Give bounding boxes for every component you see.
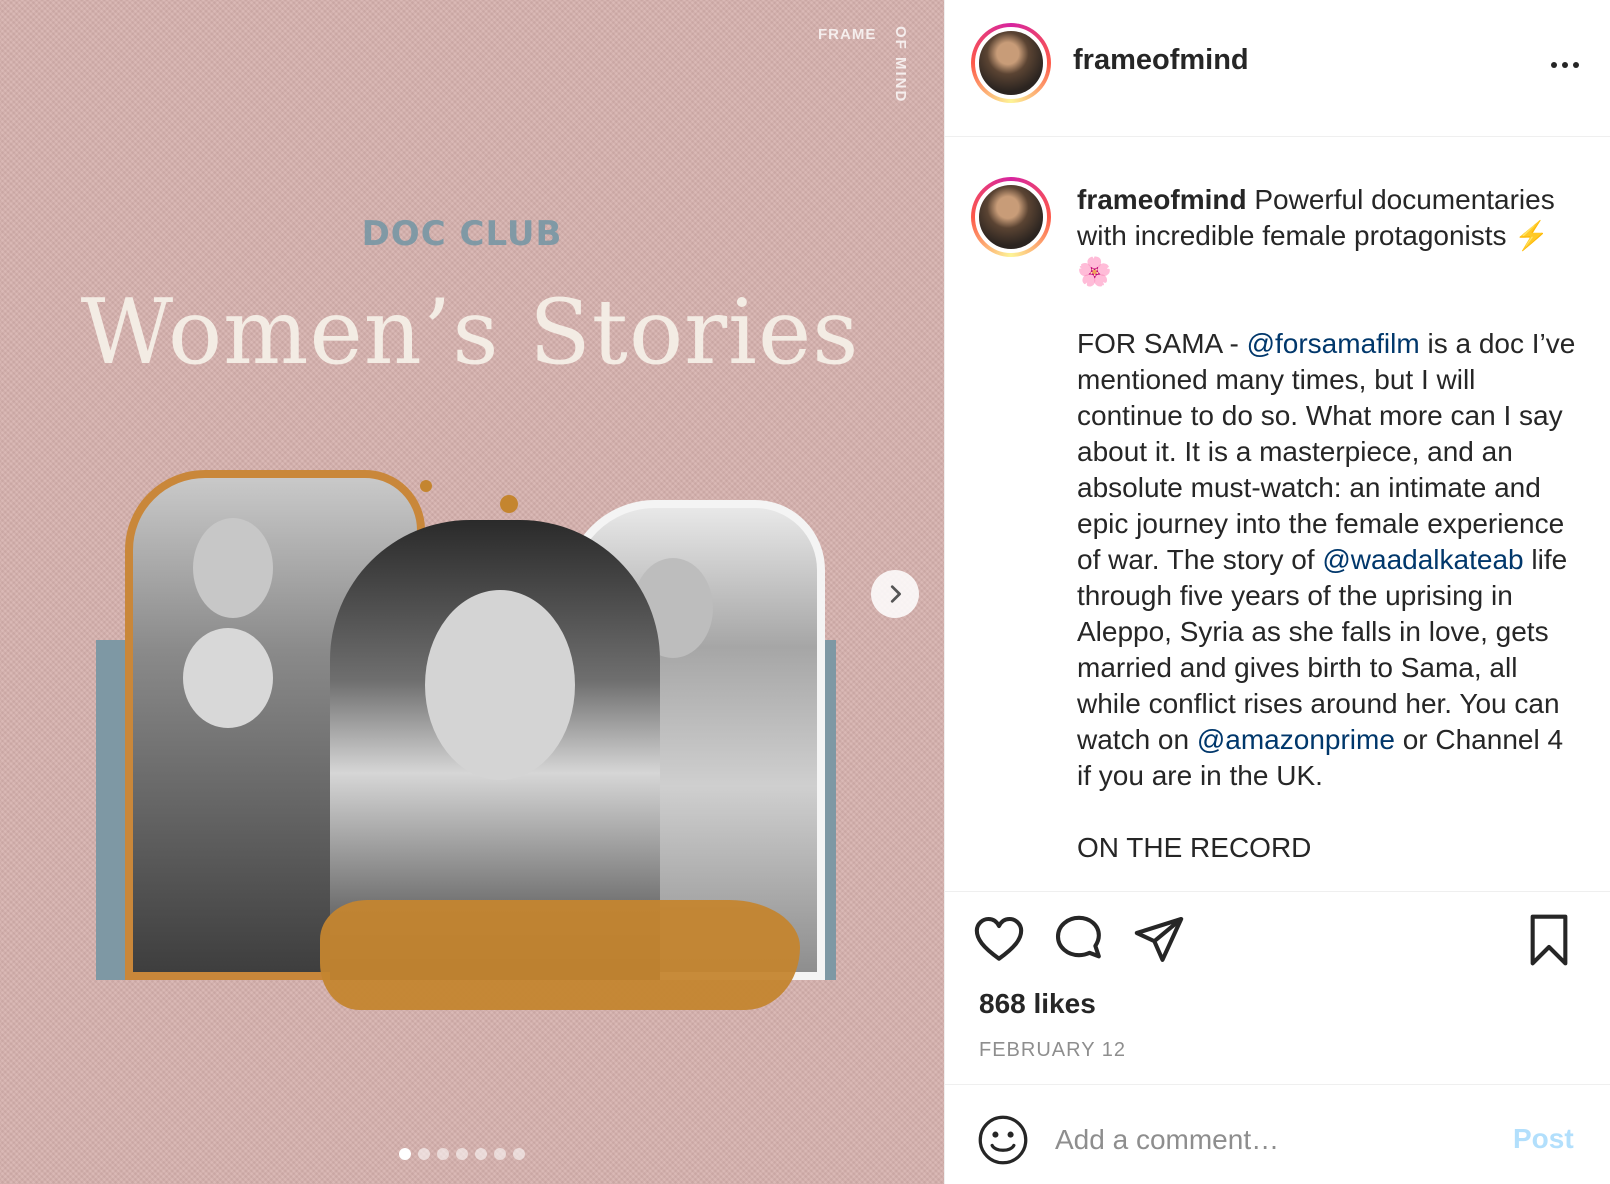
caption-body: is a doc I’ve mentioned many times, but … — [1077, 328, 1584, 575]
emoji-icon[interactable] — [977, 1114, 1029, 1166]
face-mother — [193, 518, 273, 618]
heart-icon[interactable] — [971, 912, 1027, 968]
carousel-dot — [456, 1148, 468, 1160]
bookmark-icon[interactable] — [1521, 912, 1577, 968]
caption-next-section: ON THE RECORD — [1077, 832, 1312, 863]
brand-mark-vertical-text: OF MIND — [892, 26, 909, 104]
carousel-dot — [399, 1148, 411, 1160]
post-header: frameofmind — [945, 0, 1610, 137]
caption-username[interactable]: frameofmind — [1077, 184, 1247, 215]
image-kicker: DOC CLUB — [361, 214, 563, 254]
more-options-icon — [1573, 62, 1579, 68]
carousel-dot — [437, 1148, 449, 1160]
more-options-icon — [1551, 62, 1557, 68]
comment-bar: Post — [945, 1084, 1610, 1184]
comment-input[interactable] — [1055, 1115, 1495, 1165]
caption-avatar[interactable] — [971, 177, 1051, 257]
caption-body: FOR SAMA - — [1077, 328, 1247, 359]
avatar-photo — [975, 181, 1047, 253]
header-username[interactable]: frameofmind — [1073, 44, 1249, 77]
orange-brush-stroke — [320, 900, 800, 1010]
brand-mark-text: FRAME — [818, 26, 877, 43]
avatar-photo — [975, 27, 1047, 99]
carousel-dot — [418, 1148, 430, 1160]
paint-splatter — [420, 480, 432, 492]
post-date: FEBRUARY 12 — [979, 1039, 1126, 1061]
carousel-next-button[interactable] — [871, 570, 919, 618]
post-image[interactable]: FRAME OF MIND DOC CLUB Women’s Stories — [0, 0, 944, 1184]
image-title: Women’s Stories — [80, 280, 860, 385]
carousel-dot — [494, 1148, 506, 1160]
carousel-dot — [513, 1148, 525, 1160]
mention-link[interactable]: @waadalkateab — [1322, 544, 1523, 575]
comment-icon[interactable] — [1051, 912, 1107, 968]
more-options-icon — [1562, 62, 1568, 68]
more-options-button[interactable] — [1545, 50, 1585, 80]
post-comment-button[interactable]: Post — [1513, 1123, 1574, 1155]
carousel-indicator — [0, 1148, 924, 1160]
photo-collage — [90, 450, 850, 1050]
mention-link[interactable]: @amazonprime — [1197, 724, 1395, 755]
caption-text: frameofmind Powerful documentaries with … — [1077, 182, 1577, 866]
face-smiling-woman — [425, 590, 575, 780]
action-bar: 868 likes FEBRUARY 12 — [945, 891, 1610, 1084]
mention-link[interactable]: @forsamafilm — [1247, 328, 1420, 359]
carousel-dot — [475, 1148, 487, 1160]
post-sidebar: frameofmind frameofmind Powerful documen… — [944, 0, 1610, 1184]
share-icon[interactable] — [1131, 912, 1187, 968]
next-arrow-icon — [890, 585, 901, 603]
caption-scroll-area[interactable]: frameofmind Powerful documentaries with … — [945, 137, 1610, 891]
likes-count[interactable]: 868 likes — [979, 988, 1096, 1020]
avatar[interactable] — [971, 23, 1051, 103]
face-baby — [183, 628, 273, 728]
paint-splatter — [500, 495, 518, 513]
